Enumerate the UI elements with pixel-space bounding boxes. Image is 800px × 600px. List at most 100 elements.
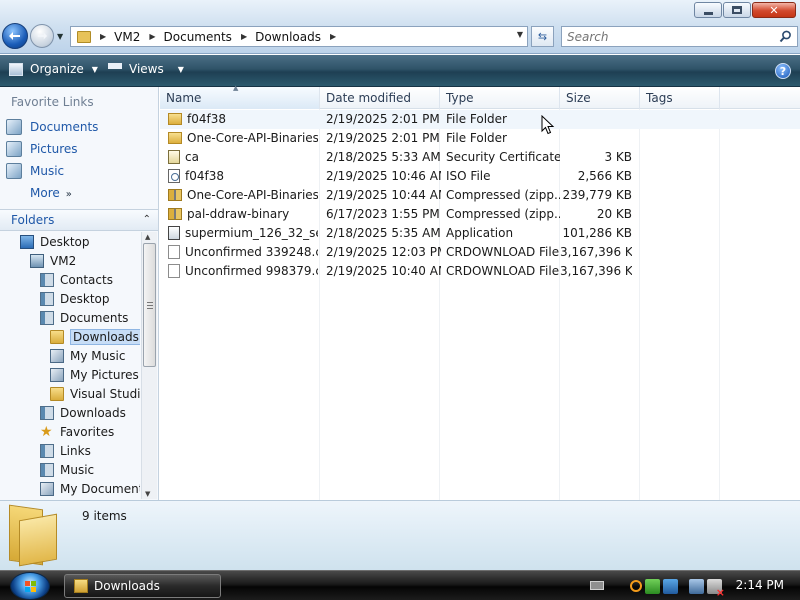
volume-muted-icon[interactable]	[707, 578, 725, 599]
search-tray-icon[interactable]	[630, 580, 642, 592]
tree-item-label: Downloads	[60, 406, 126, 420]
scroll-up-icon[interactable]: ▲	[145, 233, 150, 241]
file-row[interactable]: supermium_126_32_set... 2/18/2025 5:35 A…	[160, 224, 800, 243]
window-controls: ✕	[693, 2, 796, 18]
favorite-link-label: Documents	[30, 120, 99, 134]
search-box[interactable]	[561, 26, 798, 47]
chevron-down-icon: ▼	[177, 64, 184, 74]
music-icon	[6, 163, 22, 179]
help-button[interactable]: ?	[775, 63, 791, 79]
breadcrumb-documents[interactable]: Documents	[164, 30, 232, 44]
file-row[interactable]: One-Core-API-Binaries... 2/19/2025 10:44…	[160, 186, 800, 205]
refresh-button[interactable]: ⇆	[531, 26, 554, 47]
tree-item-downloads-selected[interactable]: Downloads	[50, 328, 140, 346]
taskbar-item-label: Downloads	[94, 579, 160, 593]
taskbar: Downloads 2:14 PM	[0, 570, 800, 600]
tree-item-contacts[interactable]: Contacts	[40, 271, 113, 289]
zip-folder-icon	[168, 189, 182, 201]
file-type: Compressed (zipp...	[446, 207, 560, 221]
breadcrumb-chevron-icon[interactable]: ▶	[100, 32, 106, 41]
file-row[interactable]: pal-ddraw-binary 6/17/2023 1:55 PM Compr…	[160, 205, 800, 224]
documents-icon	[40, 311, 54, 325]
favorite-link-pictures[interactable]: Pictures	[6, 141, 78, 157]
close-icon: ✕	[769, 3, 779, 17]
column-header-size[interactable]: Size	[560, 87, 640, 109]
column-header-label: Size	[566, 91, 591, 105]
file-date: 2/19/2025 2:01 PM	[326, 131, 440, 145]
tree-scrollbar[interactable]: ▲ ▼	[141, 232, 157, 499]
file-name: f04f38	[185, 169, 224, 183]
tree-item-visual-studio[interactable]: Visual Studio	[50, 385, 140, 403]
recent-pages-dropdown[interactable]: ▼	[57, 32, 63, 41]
scrollbar-thumb[interactable]	[143, 243, 156, 367]
file-row[interactable]: f04f38 2/19/2025 2:01 PM File Folder	[160, 110, 800, 129]
windows-logo-icon	[25, 581, 37, 593]
back-arrow-icon	[9, 32, 20, 40]
taskbar-downloads-window[interactable]: Downloads	[64, 574, 221, 598]
file-row[interactable]: f04f38 2/19/2025 10:46 AM ISO File 2,566…	[160, 167, 800, 186]
file-row[interactable]: Unconfirmed 998379.c... 2/19/2025 10:40 …	[160, 262, 800, 281]
minimize-button[interactable]	[694, 2, 722, 18]
tree-item-label: VM2	[50, 254, 77, 268]
maximize-button[interactable]	[723, 2, 751, 18]
back-button[interactable]	[2, 23, 28, 49]
shield-icon[interactable]	[663, 578, 678, 594]
views-menu[interactable]: Views ▼	[108, 62, 184, 76]
forward-button[interactable]	[30, 24, 54, 48]
favorite-link-music[interactable]: Music	[6, 163, 64, 179]
links-icon	[40, 444, 54, 458]
favorite-link-documents[interactable]: Documents	[6, 119, 98, 135]
breadcrumb-vm2[interactable]: VM2	[114, 30, 140, 44]
tree-item-links[interactable]: Links	[40, 442, 91, 460]
tree-item-favorites[interactable]: ★ Favorites	[40, 423, 114, 441]
file-name: Unconfirmed 339248.c...	[185, 245, 318, 259]
breadcrumb-chevron-icon[interactable]: ▶	[330, 32, 336, 41]
file-date: 2/18/2025 5:35 AM	[326, 226, 441, 240]
security-check-icon[interactable]	[645, 578, 660, 594]
address-history-dropdown[interactable]: ▼	[517, 30, 523, 39]
tree-item-my-documents[interactable]: My Document	[40, 480, 140, 498]
close-button[interactable]: ✕	[752, 2, 796, 18]
scroll-down-icon[interactable]: ▼	[145, 490, 150, 498]
folder-icon	[168, 132, 182, 144]
tree-item-music[interactable]: Music	[40, 461, 94, 479]
desktop-icon	[20, 235, 34, 249]
search-input[interactable]	[562, 27, 762, 46]
file-date: 2/19/2025 12:03 PM	[326, 245, 441, 259]
column-header-type[interactable]: Type	[440, 87, 560, 109]
keyboard-icon[interactable]	[590, 581, 604, 590]
clock[interactable]: 2:14 PM	[736, 578, 784, 592]
breadcrumb-chevron-icon[interactable]: ▶	[241, 32, 247, 41]
tree-item-documents[interactable]: Documents	[40, 309, 128, 327]
tree-item-label: Links	[60, 444, 91, 458]
file-row[interactable]: One-Core-API-Binaries... 2/19/2025 2:01 …	[160, 129, 800, 148]
tree-item-downloads[interactable]: Downloads	[40, 404, 126, 422]
start-button[interactable]	[10, 572, 50, 600]
file-name: supermium_126_32_set...	[185, 226, 318, 240]
file-date: 2/18/2025 5:33 AM	[326, 150, 441, 164]
chevron-up-icon: ⌃	[142, 214, 151, 225]
file-row[interactable]: Unconfirmed 339248.c... 2/19/2025 12:03 …	[160, 243, 800, 262]
search-icon[interactable]	[779, 30, 792, 43]
tree-item-vm2[interactable]: VM2	[30, 252, 76, 270]
file-type: ISO File	[446, 169, 491, 183]
organize-menu[interactable]: Organize ▼	[9, 62, 98, 76]
file-row[interactable]: ca 2/18/2025 5:33 AM Security Certificat…	[160, 148, 800, 167]
maximize-icon	[732, 6, 742, 14]
tree-item-desktop[interactable]: Desktop	[20, 233, 90, 251]
folders-header[interactable]: Folders ⌃	[0, 209, 158, 231]
breadcrumb-chevron-icon[interactable]: ▶	[149, 32, 155, 41]
column-header-date-modified[interactable]: Date modified	[320, 87, 440, 109]
more-links-button[interactable]: More »	[30, 186, 72, 200]
tree-item-my-music[interactable]: My Music	[50, 347, 125, 365]
double-chevron-icon: »	[65, 189, 72, 200]
tree-item-desktop-folder[interactable]: Desktop	[40, 290, 110, 308]
tree-item-my-pictures[interactable]: My Pictures	[50, 366, 139, 384]
column-header-name[interactable]: ▲ Name	[160, 84, 320, 109]
column-header-tags[interactable]: Tags	[640, 87, 720, 109]
address-bar[interactable]: ▶ VM2 ▶ Documents ▶ Downloads ▶ ▼	[70, 26, 528, 47]
tree-item-label: Documents	[60, 311, 129, 325]
file-name: pal-ddraw-binary	[187, 207, 290, 221]
network-icon[interactable]	[689, 578, 704, 594]
breadcrumb-downloads[interactable]: Downloads	[255, 30, 321, 44]
